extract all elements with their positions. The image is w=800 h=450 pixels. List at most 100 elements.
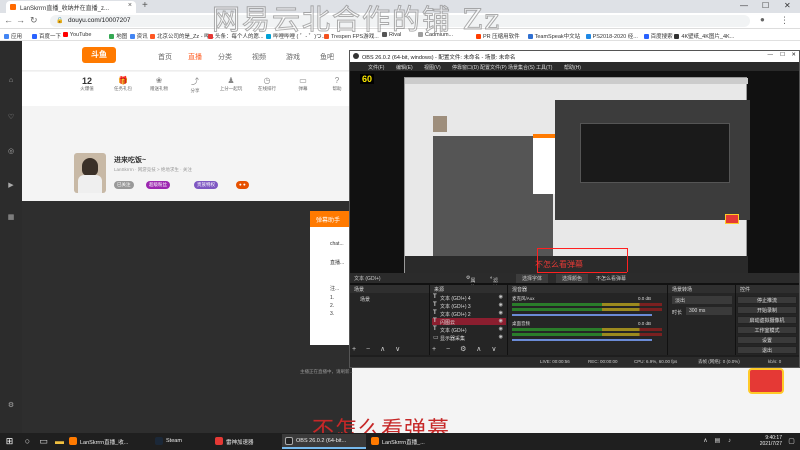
bookmark-item[interactable]: YouTube — [62, 32, 91, 38]
obs-menu-item[interactable]: 场景集合(S) — [508, 64, 535, 71]
source-item[interactable]: T 文本 (GDI+) 3 ◉ — [432, 302, 506, 310]
forward-icon[interactable]: → — [16, 15, 25, 25]
obs-maximize-icon[interactable]: ☐ — [780, 52, 785, 58]
select-font-button[interactable]: 选择字体 — [516, 274, 549, 283]
send-gift[interactable]: ❀ 赠送礼物 — [144, 76, 174, 92]
new-tab-button[interactable]: + — [142, 0, 148, 11]
extra-badge[interactable]: ● ● — [236, 181, 249, 189]
obs-menu-item[interactable]: 视图(V) — [424, 64, 441, 71]
bookmark-item[interactable]: 资讯 — [129, 32, 148, 40]
nav-game[interactable]: 游戏 — [286, 52, 300, 62]
settings-button[interactable]: 设置 — [737, 336, 797, 344]
bookmark-item[interactable]: TeamSpeak中文站 — [527, 32, 580, 40]
file-explorer-icon[interactable]: ▬ — [54, 436, 65, 447]
source-item[interactable]: T 文本 (GDI+) ◉ — [432, 326, 506, 334]
obs-menu-item[interactable]: 文件(F) — [368, 64, 384, 71]
online-rank[interactable]: ◷ 在线排行 — [252, 76, 282, 92]
sidebar-games[interactable]: ◎ — [2, 147, 20, 156]
gift-popup-icon[interactable] — [748, 368, 784, 394]
obs-menu-item[interactable]: 配置文件(P) — [480, 64, 507, 71]
close-tab-icon[interactable]: × — [128, 2, 132, 9]
nav-live[interactable]: 直播 — [188, 52, 202, 62]
windows-start-icon[interactable]: ⊞ — [4, 436, 15, 447]
scenes-footer-buttons[interactable]: + − ∧ ∨ — [352, 345, 404, 353]
source-item[interactable]: T 文本 (GDI+) 4 ◉ — [432, 294, 506, 302]
filters-button[interactable]: ◐ 滤镜 — [490, 275, 498, 291]
obs-close-icon[interactable]: ✕ — [791, 52, 796, 58]
reload-icon[interactable]: ↻ — [30, 15, 38, 26]
desktop-volume-slider[interactable] — [512, 339, 652, 341]
scene-item[interactable]: 场景 — [352, 295, 426, 303]
visibility-icon[interactable]: ◉ — [499, 334, 503, 340]
taskbar-app-obs[interactable]: OBS 26.0.2 (64-bit... — [282, 434, 366, 449]
obs-menu-item[interactable]: 工具(T) — [536, 64, 552, 71]
sidebar-home[interactable]: ⌂ — [2, 77, 20, 85]
obs-menu-item[interactable]: 停靠窗口(D) — [452, 64, 479, 71]
duration-input[interactable]: 300 ms — [686, 307, 732, 315]
streamer-avatar[interactable] — [74, 153, 106, 193]
maximize-icon[interactable]: ☐ — [762, 1, 769, 10]
taskbar-app-steam[interactable]: Steam — [152, 434, 210, 449]
hot-value[interactable]: 12 火爆值 — [72, 76, 102, 92]
mic-volume-slider[interactable] — [512, 314, 652, 316]
properties-button[interactable]: ⚙ 属性 — [466, 275, 476, 291]
sidebar-settings[interactable]: ⚙ — [2, 401, 20, 410]
stop-streaming-button[interactable]: 停止推流 — [737, 296, 797, 304]
nav-fishbar[interactable]: 鱼吧 — [320, 52, 334, 62]
transition-select[interactable]: 淡出 — [672, 296, 732, 304]
fan-badge[interactable]: 超级粉丝 — [146, 181, 170, 189]
sidebar-more[interactable]: ▦ — [2, 213, 20, 222]
sources-footer-buttons[interactable]: + − ⚙ ∧ ∨ — [432, 345, 500, 353]
nav-video[interactable]: 视频 — [252, 52, 266, 62]
visibility-icon[interactable]: ◉ — [499, 302, 503, 308]
obs-menu-item[interactable]: 编辑(E) — [396, 64, 413, 71]
source-text-value[interactable]: 不怎么看弹幕 — [596, 275, 626, 282]
visibility-icon[interactable]: ◉ — [499, 326, 503, 332]
exit-button[interactable]: 退出 — [737, 346, 797, 354]
follow-badge[interactable]: 已关注 — [114, 181, 134, 189]
bookmark-item[interactable]: 应用 — [4, 32, 22, 40]
obs-minimize-icon[interactable]: — — [768, 52, 774, 58]
notification-icon[interactable]: ▢ — [786, 436, 797, 447]
volume-icon[interactable]: ♪ — [724, 436, 735, 447]
video-player[interactable] — [22, 201, 352, 433]
source-item[interactable]: T 文本 (GDI+) 2 ◉ — [432, 310, 506, 318]
taskbar-app-accelerator[interactable]: 雷神加速器 — [212, 434, 280, 449]
noble-badge[interactable]: 贵族特权 — [194, 181, 218, 189]
bookmark-item[interactable]: 百度搜索 — [643, 32, 673, 40]
task-view-icon[interactable]: ▭ — [38, 436, 49, 447]
source-item[interactable]: ▭ 显示器采集 ◉ — [432, 334, 506, 342]
obs-menu-item[interactable]: 帮助(H) — [564, 64, 581, 71]
visibility-icon[interactable]: ◉ — [499, 310, 503, 316]
profile-icon[interactable]: ● — [760, 15, 765, 24]
sidebar-video[interactable]: ▶ — [2, 181, 20, 190]
close-window-icon[interactable]: ✕ — [784, 1, 791, 10]
tray-up-icon[interactable]: ∧ — [700, 436, 711, 447]
task-gift[interactable]: 🎁 任务礼包 — [108, 76, 138, 92]
nav-home[interactable]: 首页 — [158, 52, 172, 62]
share[interactable]: ⤴ 分享 — [180, 76, 210, 94]
taskbar-app-browser-2[interactable]: LanSkrrrn直播_... — [368, 434, 452, 449]
network-icon[interactable]: ▤ — [712, 436, 723, 447]
menu-icon[interactable]: ⋮ — [780, 15, 789, 26]
bookmark-item[interactable]: PS2018-2020 经... — [585, 32, 638, 40]
nav-category[interactable]: 分类 — [218, 52, 232, 62]
bookmark-item[interactable]: 北京公司的是_Zz - 哔... — [150, 32, 214, 40]
source-item-selected[interactable]: T 闪图云 ◉ — [432, 318, 506, 326]
douyu-logo[interactable]: 斗鱼 — [82, 47, 116, 63]
bookmark-item[interactable]: 4K壁纸_4K图片_4K... — [674, 32, 734, 40]
visibility-icon[interactable]: ◉ — [499, 318, 503, 324]
visibility-icon[interactable]: ◉ — [499, 294, 503, 300]
back-icon[interactable]: ← — [4, 15, 13, 25]
bookmark-item[interactable]: 百度一下 — [32, 32, 61, 40]
select-color-button[interactable]: 选择颜色 — [556, 274, 589, 283]
browser-tab[interactable]: LanSkrrrn直播_收纳并在直播_z... × — [6, 1, 136, 13]
search-icon[interactable]: ○ — [22, 436, 33, 447]
minimize-icon[interactable]: — — [740, 1, 748, 10]
play-together[interactable]: ♟ 上分一起玩 — [216, 76, 246, 92]
system-clock[interactable]: 9:40:17 2021/7/27 — [760, 435, 782, 447]
sidebar-follow[interactable]: ♡ — [2, 113, 20, 122]
taskbar-app-browser[interactable]: LanSkrrrn直播_收... — [66, 434, 150, 449]
danmaku[interactable]: ▭ 弹幕 — [288, 76, 318, 92]
studio-mode-button[interactable]: 工作室模式 — [737, 326, 797, 334]
